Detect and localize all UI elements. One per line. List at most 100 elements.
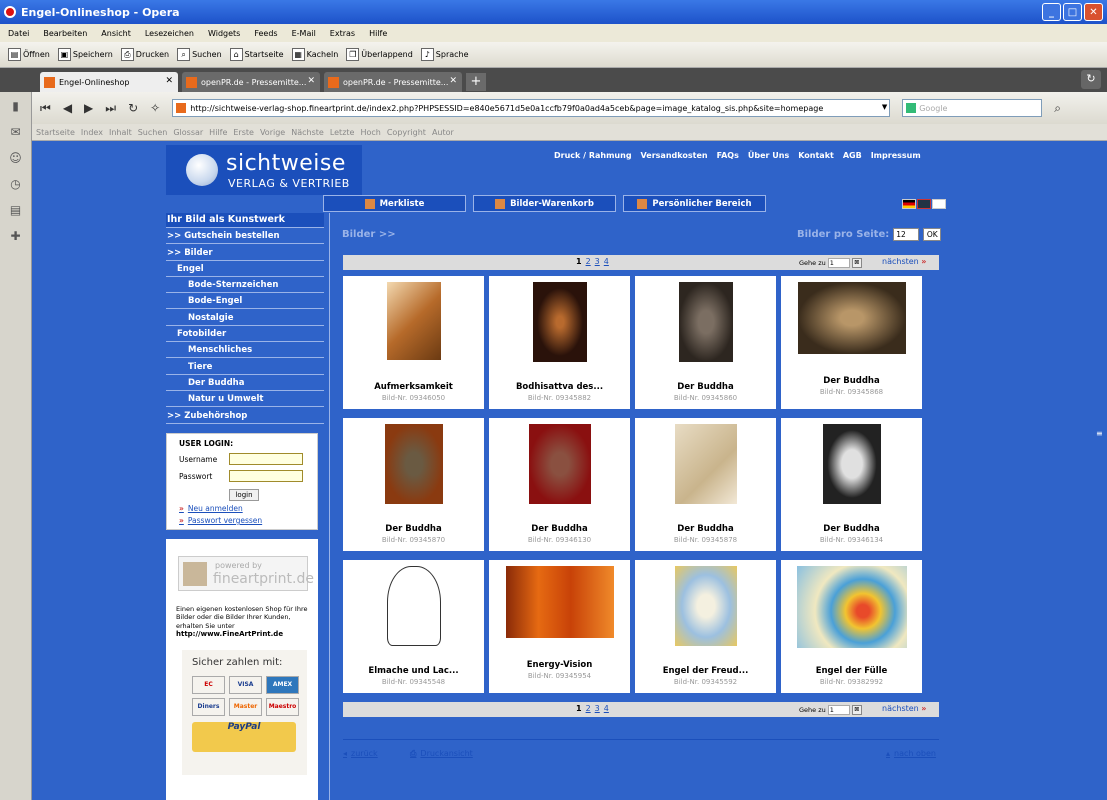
binoculars-icon[interactable]: ⌕ <box>1054 101 1061 116</box>
nav-autor[interactable]: Autor <box>432 128 454 137</box>
find-button[interactable]: ⌕ Suchen <box>177 48 222 61</box>
menu-feeds[interactable]: Feeds <box>254 29 277 38</box>
angel-thumbnail[interactable] <box>674 566 737 646</box>
nav-item-natur[interactable]: Natur u Umwelt <box>166 392 324 408</box>
fineartprint-badge[interactable]: powered by fineartprint.de <box>178 556 314 591</box>
breadcrumb[interactable]: Bilder >> <box>342 229 396 240</box>
menu-datei[interactable]: Datei <box>8 29 29 38</box>
product-card[interactable]: Der Buddha Bild-Nr. 09346130 <box>489 418 630 551</box>
cascade-button[interactable]: ❐ Überlappend <box>346 48 413 61</box>
back-to-top-link[interactable]: ▴ nach oben <box>886 749 936 758</box>
product-card[interactable]: Bodhisattva des... Bild-Nr. 09345882 <box>489 276 630 409</box>
topnav-kontakt[interactable]: Kontakt <box>798 151 834 160</box>
menu-bearbeiten[interactable]: Bearbeiten <box>43 29 87 38</box>
reload-icon[interactable]: ↻ <box>128 101 138 115</box>
angel-thumbnail[interactable] <box>796 566 907 648</box>
product-card[interactable]: Engel der Fülle Bild-Nr. 09382992 <box>781 560 922 693</box>
english-flag-icon[interactable] <box>917 199 931 209</box>
menu-email[interactable]: E-Mail <box>292 29 316 38</box>
contacts-icon[interactable]: ☺ <box>7 151 25 167</box>
nav-item-gutschein[interactable]: >> Gutschein bestellen <box>166 229 324 245</box>
nav-erste[interactable]: Erste <box>233 128 254 137</box>
nav-naechste[interactable]: Nächste <box>291 128 324 137</box>
goto-button[interactable]: ⊠ <box>851 258 862 268</box>
tab-openpr-2[interactable]: openPR.de - Pressemitte... ✕ <box>324 72 462 92</box>
nav-hoch[interactable]: Hoch <box>360 128 380 137</box>
nav-item-fotobilder[interactable]: Fotobilder <box>166 327 324 343</box>
scroll-handle-icon[interactable]: ≡ <box>1096 429 1103 438</box>
nav-copyright[interactable]: Copyright <box>387 128 426 137</box>
chevron-down-icon[interactable]: ▼ <box>882 103 887 111</box>
forgot-password-link[interactable]: » Passwort vergessen <box>179 516 317 525</box>
product-card[interactable]: Engel der Freud... Bild-Nr. 09345592 <box>635 560 776 693</box>
topnav-agb[interactable]: AGB <box>843 151 862 160</box>
close-tab-icon[interactable]: ✕ <box>307 76 315 86</box>
buddha-thumbnail[interactable] <box>822 424 881 504</box>
back-arrow-icon[interactable]: ◀ <box>63 101 72 115</box>
home-button[interactable]: ⌂ Startseite <box>229 48 284 61</box>
buddha-thumbnail[interactable] <box>384 424 443 504</box>
promo-url[interactable]: http://www.FineArtPrint.de <box>176 630 283 638</box>
nav-item-bode-engel[interactable]: Bode-Engel <box>166 294 324 310</box>
topnav-faqs[interactable]: FAQs <box>717 151 739 160</box>
product-card[interactable]: Der Buddha Bild-Nr. 09346134 <box>781 418 922 551</box>
product-card[interactable]: Der Buddha Bild-Nr. 09345860 <box>635 276 776 409</box>
voice-button[interactable]: ♪ Sprache <box>420 48 469 61</box>
open-button[interactable]: ▤ Öffnen <box>8 48 50 61</box>
cart-button[interactable]: Bilder-Warenkorb <box>473 195 616 212</box>
nav-item-kunstwerk[interactable]: Ihr Bild als Kunstwerk <box>166 213 324 228</box>
per-page-ok-button[interactable]: OK <box>923 228 942 241</box>
fast-forward-icon[interactable]: ⏭ <box>105 101 116 116</box>
menu-ansicht[interactable]: Ansicht <box>101 29 131 38</box>
product-card[interactable]: Elmache und Lac... Bild-Nr. 09345548 <box>343 560 484 693</box>
next-page-link[interactable]: nächsten » <box>882 704 926 713</box>
nav-vorige[interactable]: Vorige <box>260 128 285 137</box>
page-4-link[interactable]: 4 <box>604 257 609 266</box>
back-link[interactable]: ◂ zurück <box>343 749 378 758</box>
print-view-link[interactable]: ⎙ Druckansicht <box>410 749 473 759</box>
bodhisattva-thumbnail[interactable] <box>532 282 587 362</box>
page-4-link[interactable]: 4 <box>604 704 609 713</box>
per-page-select[interactable]: 12 <box>893 228 920 241</box>
history-icon[interactable]: ◷ <box>7 177 25 193</box>
wand-icon[interactable]: ✧ <box>150 101 160 115</box>
topnav-versandkosten[interactable]: Versandkosten <box>641 151 708 160</box>
tile-button[interactable]: ▦ Kacheln <box>291 48 338 61</box>
maximize-button[interactable]: □ <box>1063 3 1082 21</box>
buddha-thumbnail[interactable] <box>678 282 733 362</box>
add-panel-icon[interactable]: ✚ <box>7 229 25 245</box>
goto-button[interactable]: ⊠ <box>851 705 862 715</box>
rewind-icon[interactable]: ⏮ <box>40 101 51 116</box>
nav-inhalt[interactable]: Inhalt <box>109 128 132 137</box>
nav-item-der-buddha[interactable]: Der Buddha <box>166 376 324 391</box>
menu-widgets[interactable]: Widgets <box>208 29 240 38</box>
register-link[interactable]: » Neu anmelden <box>179 504 317 513</box>
menu-extras[interactable]: Extras <box>330 29 355 38</box>
menu-lesezeichen[interactable]: Lesezeichen <box>145 29 194 38</box>
topnav-druck[interactable]: Druck / Rahmung <box>554 151 632 160</box>
new-tab-button[interactable]: + <box>466 73 486 91</box>
address-input[interactable]: http://sichtweise-verlag-shop.fineartpri… <box>172 99 891 117</box>
page-2-link[interactable]: 2 <box>586 704 591 713</box>
close-tab-icon[interactable]: ✕ <box>165 76 173 86</box>
menu-hilfe[interactable]: Hilfe <box>369 29 387 38</box>
goto-input[interactable]: 1 <box>827 705 850 715</box>
merkliste-button[interactable]: Merkliste <box>323 195 466 212</box>
nav-item-tiere[interactable]: Tiere <box>166 360 324 375</box>
topnav-impressum[interactable]: Impressum <box>871 151 921 160</box>
nav-glossar[interactable]: Glossar <box>173 128 203 137</box>
nav-hilfe[interactable]: Hilfe <box>209 128 227 137</box>
product-card[interactable]: Der Buddha Bild-Nr. 09345878 <box>635 418 776 551</box>
tab-engel-onlineshop[interactable]: Engel-Onlineshop ✕ <box>40 72 178 92</box>
nav-startseite[interactable]: Startseite <box>36 128 75 137</box>
forward-arrow-icon[interactable]: ▶ <box>84 101 93 115</box>
product-card[interactable]: Der Buddha Bild-Nr. 09345870 <box>343 418 484 551</box>
nav-item-nostalgie[interactable]: Nostalgie <box>166 311 324 326</box>
product-card[interactable]: Energy-Vision Bild-Nr. 09345954 <box>489 560 630 693</box>
german-flag-icon[interactable] <box>902 199 916 209</box>
scrollbar[interactable]: ≡ <box>1093 141 1107 800</box>
nav-item-zubehoershop[interactable]: >> Zubehörshop <box>166 409 324 424</box>
personal-area-button[interactable]: Persönlicher Bereich <box>623 195 766 212</box>
buddha-thumbnail[interactable] <box>528 424 591 504</box>
page-2-link[interactable]: 2 <box>586 257 591 266</box>
